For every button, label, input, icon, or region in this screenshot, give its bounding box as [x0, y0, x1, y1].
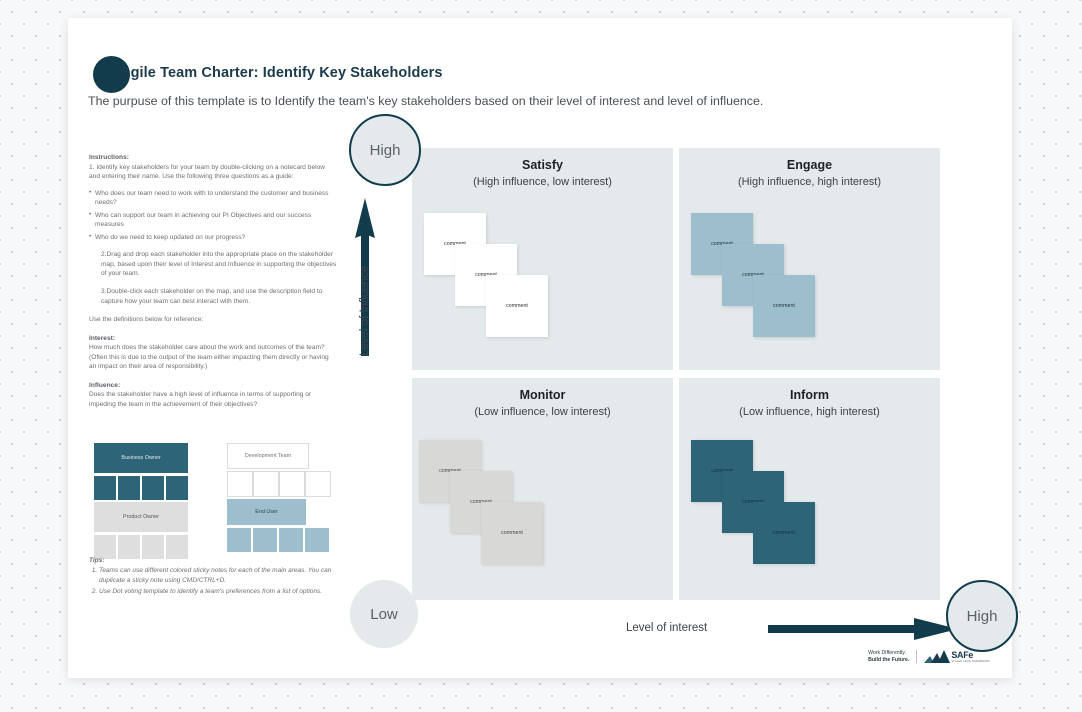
- sticky-note[interactable]: comment: [481, 502, 543, 564]
- palette-swatch-blue[interactable]: [227, 528, 251, 552]
- instruction-step-3: 3.Double-click each stakeholder on the m…: [101, 288, 323, 305]
- palette-swatch-white[interactable]: [305, 471, 331, 497]
- axis-marker-high-influence: High: [349, 114, 421, 186]
- logo-tagline-line1: Work Differently.: [868, 649, 906, 656]
- palette-swatch-dark[interactable]: [142, 476, 164, 500]
- palette-swatch-white[interactable]: [253, 471, 279, 497]
- palette-swatch-white[interactable]: [227, 471, 253, 497]
- page-title: Agile Team Charter: Identify Key Stakeho…: [120, 65, 443, 81]
- influence-body: Does the stakeholder have a high level o…: [89, 391, 312, 408]
- quadrant-monitor[interactable]: Monitor (Low influence, low interest) co…: [412, 378, 673, 600]
- palette-note-product-owner[interactable]: Product Owner: [94, 502, 188, 532]
- quadrant-subtitle: (High influence, low interest): [473, 176, 612, 188]
- sticky-note[interactable]: comment: [486, 275, 548, 337]
- interest-heading: Interest:: [89, 334, 116, 342]
- quadrant-title: Inform: [790, 388, 829, 402]
- tips-heading: Tips:: [89, 557, 105, 564]
- interest-note: (Often this is due to the output of the …: [89, 353, 329, 371]
- definitions-intro: Use the definitions below for reference:: [89, 316, 204, 324]
- tip-item: Teams can use different colored sticky n…: [99, 566, 339, 586]
- safe-wordmark: SAFe: [951, 650, 974, 661]
- page-subtitle: The purpuse of this template is to Ident…: [88, 94, 764, 108]
- sticky-note[interactable]: comment: [753, 275, 815, 337]
- y-axis-label: Level of Influence: [359, 265, 371, 356]
- sticky-note-palette: Business Owner Product Owner Development…: [94, 426, 344, 559]
- footer-logo: Work Differently. Build the Future. SAFe…: [868, 650, 990, 664]
- instruction-step-1: 1. Identify key stakeholders for your te…: [89, 163, 326, 181]
- template-board: Agile Team Charter: Identify Key Stakeho…: [68, 18, 1018, 678]
- instructions-panel: Instructions: 1. Identify key stakeholde…: [89, 153, 337, 416]
- tips-panel: Tips: Teams can use different colored st…: [89, 556, 339, 599]
- instruction-question: Who does our team need to work with to u…: [89, 188, 337, 208]
- instruction-question: Who do we need to keep updated on our pr…: [89, 232, 337, 243]
- quadrant-inform[interactable]: Inform (Low influence, high interest) co…: [679, 378, 940, 600]
- interest-body: How much does the stakeholder care about…: [89, 344, 325, 352]
- instruction-step-2: 2.Drag and drop each stakeholder into th…: [101, 251, 337, 278]
- logo-tagline: Work Differently. Build the Future.: [868, 650, 909, 664]
- safe-logo-icon: SAFe SCALED AGILE FRAMEWORK: [924, 650, 990, 664]
- quadrant-subtitle: (Low influence, low interest): [474, 406, 611, 418]
- quadrant-title: Engage: [786, 158, 833, 172]
- safe-mountain-icon: [924, 650, 951, 664]
- quadrant-subtitle: (Low influence, high interest): [739, 406, 880, 418]
- axis-marker-low: Low: [350, 580, 418, 648]
- sticky-note[interactable]: comment: [753, 502, 815, 564]
- tip-item: Use Dot voting template to identify a te…: [99, 587, 339, 597]
- x-axis-arrow-icon: [768, 618, 958, 640]
- quadrant-subtitle: (High influence, high interest): [737, 176, 882, 188]
- palette-note-business-owner[interactable]: Business Owner: [94, 443, 188, 473]
- palette-swatch-white[interactable]: [279, 471, 305, 497]
- quadrant-satisfy[interactable]: Satisfy (High influence, low interest) c…: [412, 148, 673, 370]
- palette-swatch-blue[interactable]: [279, 528, 303, 552]
- axis-marker-high-interest: High: [946, 580, 1018, 652]
- influence-heading: Influence:: [89, 381, 121, 389]
- instruction-questions: Who does our team need to work with to u…: [89, 188, 337, 243]
- safe-subtitle: SCALED AGILE FRAMEWORK: [951, 660, 990, 664]
- quadrant-engage[interactable]: Engage (High influence, high interest) c…: [679, 148, 940, 370]
- palette-swatch-blue[interactable]: [305, 528, 329, 552]
- logo-divider: [916, 650, 918, 664]
- palette-swatch-dark[interactable]: [118, 476, 140, 500]
- quadrant-title: Monitor: [519, 388, 566, 402]
- x-axis-label: Level of interest: [626, 622, 708, 634]
- palette-note-end-user[interactable]: End User: [227, 499, 306, 525]
- instruction-question: Who can support our team in achieving ou…: [89, 210, 337, 230]
- palette-swatch-dark[interactable]: [166, 476, 188, 500]
- palette-note-development-team[interactable]: Development Team: [227, 443, 309, 469]
- palette-swatch-blue[interactable]: [253, 528, 277, 552]
- instructions-heading: Instructions:: [89, 154, 129, 161]
- logo-tagline-line2: Build the Future.: [868, 656, 910, 663]
- quadrant-title: Satisfy: [522, 158, 563, 172]
- palette-swatch-dark[interactable]: [94, 476, 116, 500]
